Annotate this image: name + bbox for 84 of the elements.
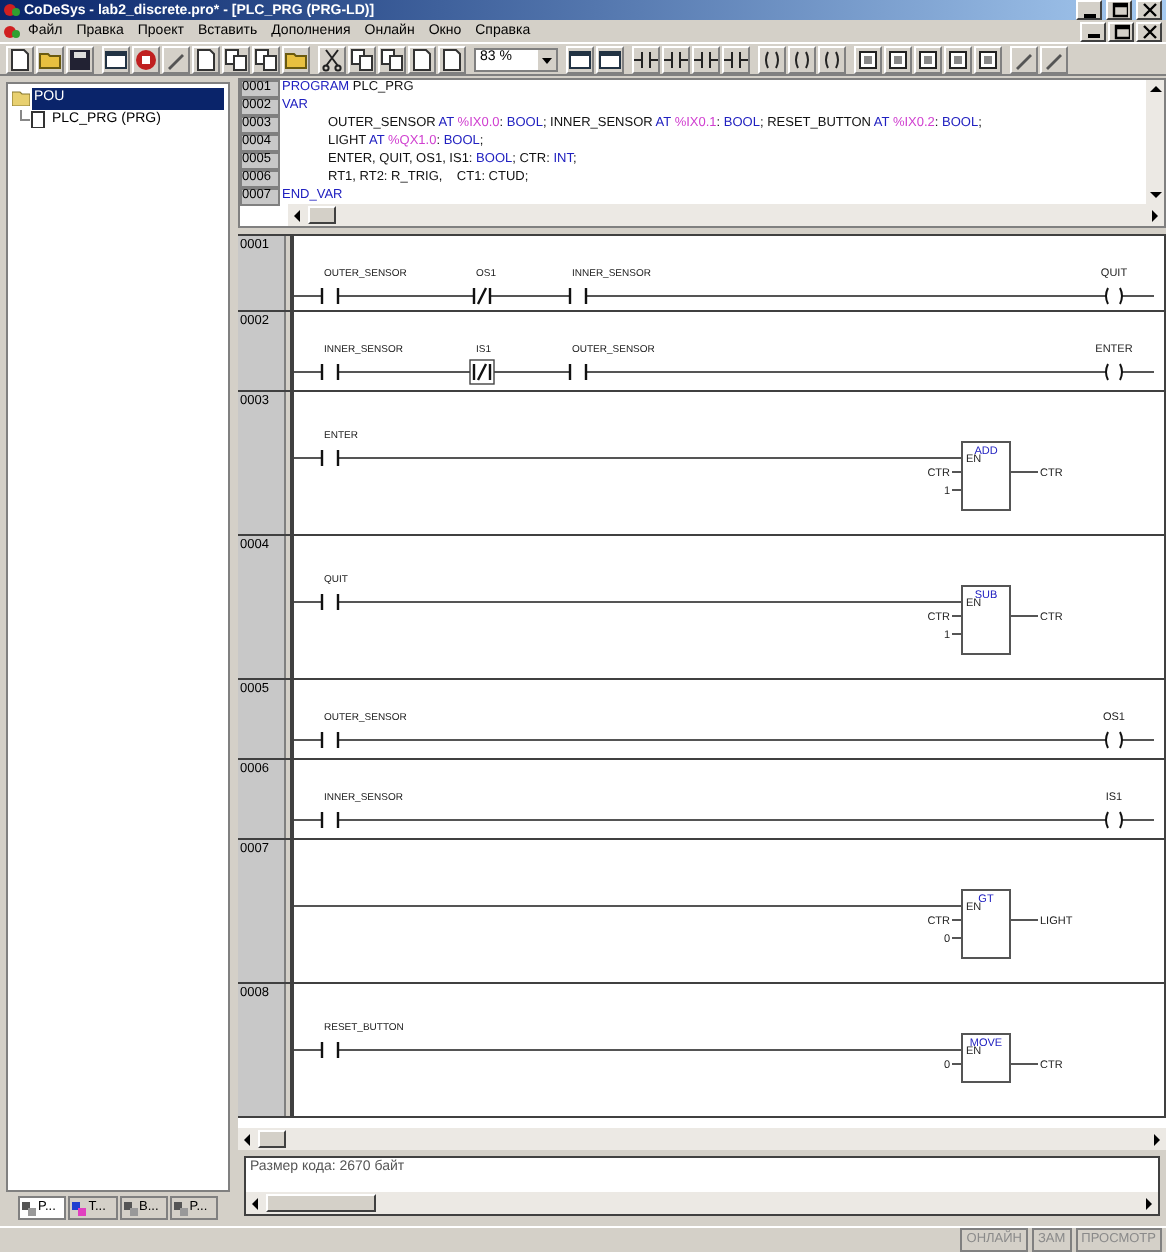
- block-icon: [886, 47, 910, 71]
- toolbar-button[interactable]: [854, 45, 882, 73]
- close-icon: [1141, 23, 1157, 39]
- contact[interactable]: [320, 730, 340, 750]
- negated-contact[interactable]: [469, 359, 495, 385]
- window-control-button[interactable]: [1108, 21, 1134, 41]
- scroll-thumb[interactable]: [266, 1194, 376, 1212]
- horizontal-scrollbar[interactable]: [288, 204, 1164, 226]
- toolbar-button[interactable]: [722, 45, 750, 73]
- horizontal-scrollbar[interactable]: [246, 1192, 1158, 1214]
- toolbar-button[interactable]: [222, 45, 250, 73]
- toolbar-button[interactable]: [662, 45, 690, 73]
- scroll-thumb[interactable]: [308, 206, 336, 224]
- minimize-icon: [1087, 34, 1099, 38]
- coil-icon: [760, 47, 784, 71]
- copy-icon: [350, 47, 374, 71]
- contact[interactable]: [320, 286, 340, 306]
- folder-icon: [12, 90, 30, 107]
- coil-icon: [790, 47, 814, 71]
- copy-icon: [254, 47, 278, 71]
- contact[interactable]: [320, 592, 340, 612]
- minimize-icon: [1083, 13, 1095, 17]
- toolbar-button[interactable]: [692, 45, 720, 73]
- scroll-up-icon: [1147, 80, 1163, 96]
- contact[interactable]: [320, 1040, 340, 1060]
- coil[interactable]: [1105, 731, 1123, 749]
- app-logo-icon: [4, 2, 20, 18]
- stop-icon: [134, 47, 158, 71]
- horizontal-scrollbar[interactable]: [238, 1128, 1166, 1150]
- toolbar-button[interactable]: [818, 45, 846, 73]
- toolbar-button[interactable]: [758, 45, 786, 73]
- window-control-button[interactable]: [1080, 21, 1106, 41]
- block-icon: [946, 47, 970, 71]
- folder-icon: [284, 47, 308, 71]
- toolbar-button[interactable]: [944, 45, 972, 73]
- contact-icon: [694, 47, 718, 71]
- restore-icon: [1111, 2, 1127, 18]
- close-icon: [1141, 2, 1157, 18]
- toolbar-button[interactable]: [348, 45, 376, 73]
- negated-contact[interactable]: [472, 286, 492, 306]
- block-icon: [916, 47, 940, 71]
- copy-icon: [380, 47, 404, 71]
- function-block[interactable]: [951, 889, 1039, 959]
- restore-icon: [1113, 23, 1129, 39]
- contact[interactable]: [320, 810, 340, 830]
- window-control-button[interactable]: [1076, 0, 1102, 20]
- coil[interactable]: [1105, 811, 1123, 829]
- toolbar-button[interactable]: [378, 45, 406, 73]
- toolbar-button[interactable]: [36, 45, 64, 73]
- window-control-button[interactable]: [1106, 0, 1132, 20]
- coil[interactable]: [1105, 363, 1123, 381]
- toolbar-button[interactable]: [788, 45, 816, 73]
- contact[interactable]: [320, 362, 340, 382]
- coil-icon: [820, 47, 844, 71]
- vertical-scrollbar[interactable]: [1146, 80, 1164, 204]
- toolbar-button[interactable]: [974, 45, 1002, 73]
- color-squares-icon: [72, 1201, 87, 1215]
- contact-icon: [664, 47, 688, 71]
- toolbar-button[interactable]: [914, 45, 942, 73]
- toolbar-button[interactable]: [132, 45, 160, 73]
- contact[interactable]: [568, 362, 588, 382]
- scissors-icon: [320, 47, 344, 71]
- function-block[interactable]: [951, 1033, 1039, 1083]
- toolbar-button[interactable]: [66, 45, 94, 73]
- toolbar-button[interactable]: [282, 45, 310, 73]
- contact[interactable]: [568, 286, 588, 306]
- coil[interactable]: [1105, 287, 1123, 305]
- function-block[interactable]: [951, 585, 1039, 655]
- window-control-button[interactable]: [1136, 0, 1162, 20]
- block-icon: [856, 47, 880, 71]
- toolbar-button[interactable]: [252, 45, 280, 73]
- program-icon: [20, 110, 48, 129]
- contact[interactable]: [320, 448, 340, 468]
- toolbar-button[interactable]: [632, 45, 660, 73]
- window-control-button[interactable]: [1136, 21, 1162, 41]
- toolbar-button[interactable]: [884, 45, 912, 73]
- toolbar-button[interactable]: [318, 45, 346, 73]
- block-icon: [976, 47, 1000, 71]
- folder-icon: [38, 47, 62, 71]
- scroll-thumb[interactable]: [258, 1130, 286, 1148]
- contact-icon: [634, 47, 658, 71]
- contact-icon: [724, 47, 748, 71]
- function-block[interactable]: [951, 441, 1039, 511]
- copy-icon: [224, 47, 248, 71]
